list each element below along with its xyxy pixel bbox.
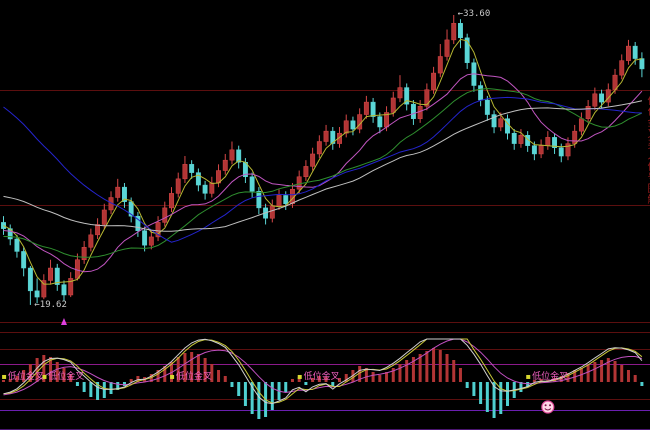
candlesticks (1, 15, 644, 305)
ma-mid-magenta (4, 74, 642, 272)
smiley-golden-cross-marker (542, 401, 554, 413)
golden-cross-label: ▪低位金叉 (170, 372, 212, 382)
watermark-text: 低位金叉买入信号图解 (644, 95, 650, 230)
stock-chart-app: ←33.60 ←19.62 ▪低位金叉▪低位金叉▪低位金叉▪低位金叉▪低位金叉 … (0, 0, 650, 430)
main-gridlines (0, 91, 650, 333)
ma-slow-blue (4, 97, 642, 242)
macd-indicator-panel[interactable] (0, 336, 650, 430)
main-price-chart[interactable] (0, 0, 650, 336)
golden-cross-label: ▪低位金叉 (297, 372, 339, 382)
macd-dea-line (4, 339, 642, 395)
ma-long-white (4, 101, 642, 231)
buy-signal-marker (61, 318, 67, 325)
low-price-annotation: ←19.62 (34, 301, 67, 310)
golden-cross-label: ▪低位金叉 (526, 372, 568, 382)
moving-average-lines (4, 39, 642, 284)
golden-cross-label: ▪低位金叉 (2, 372, 44, 382)
golden-cross-label: ▪低位金叉 (42, 372, 84, 382)
high-price-annotation: ←33.60 (458, 10, 491, 19)
ma-fast-yellow (4, 39, 642, 284)
